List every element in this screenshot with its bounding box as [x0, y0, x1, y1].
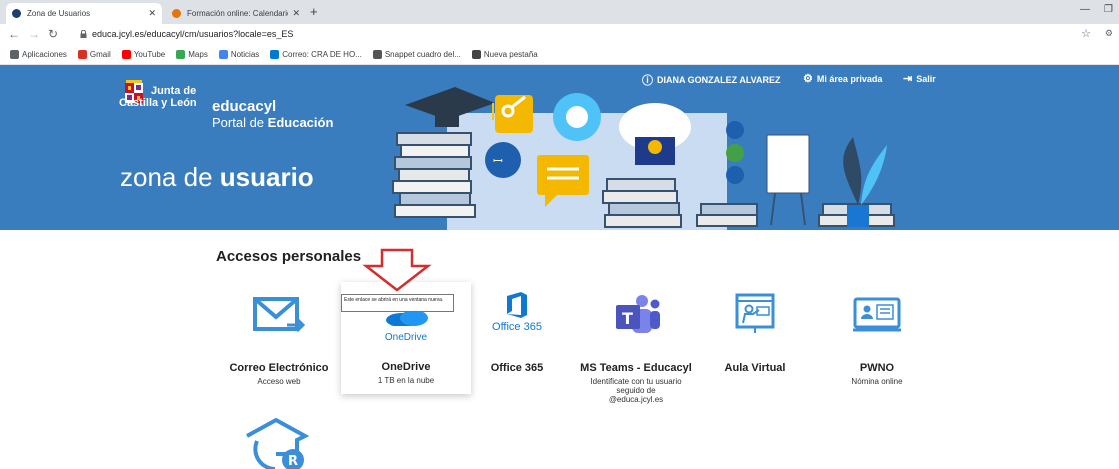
- logout-label: Salir: [916, 73, 936, 84]
- bookmark-label: Nueva pestaña: [483, 50, 538, 59]
- virtual-classroom-icon: [725, 290, 785, 340]
- bookmark-item[interactable]: Noticias: [218, 50, 260, 59]
- bookmark-item[interactable]: YouTube: [121, 50, 166, 59]
- bookmarks-bar: Aplicaciones Gmail YouTube Maps Noticias Corr…: [0, 45, 1119, 65]
- forward-icon[interactable]: →: [28, 27, 40, 41]
- site-favicon-icon: [12, 9, 21, 18]
- bookmark-item[interactable]: Nueva pestaña: [471, 50, 538, 59]
- plant-pot-icon: [847, 205, 869, 227]
- svg-text:T: T: [622, 309, 633, 328]
- card-office-365[interactable]: Office 365 Office 365: [452, 290, 582, 374]
- bookmark-label: Noticias: [230, 50, 260, 59]
- card-sub: Nómina online: [851, 377, 903, 386]
- page-title-prefix: zona de: [120, 162, 213, 192]
- card-sub: Acceso web: [257, 377, 301, 386]
- phone-icon: [726, 166, 744, 184]
- bookmark-label: YouTube: [133, 50, 166, 59]
- maps-pin-icon: [176, 50, 186, 59]
- brand-subtitle: Portal de Educación: [212, 115, 333, 130]
- registration-icon[interactable]: R: [243, 414, 309, 469]
- chat-bubble-icon: [537, 155, 589, 195]
- new-window-tooltip: Este enlace se abrirá en una ventana nue…: [341, 294, 454, 312]
- logo-line-1: Junta de: [151, 85, 197, 97]
- restore-button[interactable]: ❐: [1104, 4, 1113, 15]
- url-input[interactable]: educa.jcyl.es/educacyl/cm/usuarios?local…: [92, 29, 293, 39]
- teams-icon: T: [606, 290, 666, 340]
- card-correo-electronico[interactable]: Correo Electrónico Acceso web: [214, 290, 344, 386]
- extension-icon[interactable]: ⚙: [1105, 28, 1113, 39]
- bookmark-item[interactable]: Aplicaciones: [10, 50, 67, 59]
- card-aula-virtual[interactable]: Aula Virtual: [690, 290, 820, 374]
- header-banner: Junta de Castilla y León educacyl Portal…: [0, 65, 1119, 230]
- tab-title: Zona de Usuarios: [27, 9, 91, 18]
- educacyl-brand[interactable]: educacyl Portal de Educación: [212, 98, 333, 130]
- google-icon: [218, 50, 228, 59]
- bookmark-item[interactable]: Snappet cuadro del...: [372, 50, 461, 59]
- bookmark-item[interactable]: Maps: [176, 50, 208, 59]
- chrome-icon: [471, 50, 481, 59]
- junta-logo-text[interactable]: Junta de Castilla y León: [119, 85, 197, 109]
- brand-sub-bold: Educación: [267, 115, 334, 130]
- svg-text:R: R: [288, 454, 298, 469]
- youtube-icon: [121, 50, 131, 59]
- page-title-bold: usuario: [219, 162, 314, 192]
- bookmark-label: Snappet cuadro del...: [384, 50, 461, 59]
- whiteboard-icon: [766, 134, 810, 194]
- bookmark-item[interactable]: Correo: CRA DE HO...: [270, 50, 362, 59]
- tab-title: Formación online: Calendario: Ve: [187, 9, 288, 18]
- new-tab-button[interactable]: +: [310, 4, 318, 19]
- bookmark-label: Correo: CRA DE HO...: [282, 50, 362, 59]
- back-icon[interactable]: ←: [8, 27, 20, 41]
- education-illustration: ꟷ: [392, 87, 895, 230]
- card-name: Office 365: [490, 362, 544, 374]
- key-icon: [495, 95, 533, 133]
- video-icon: [726, 144, 744, 162]
- card-ms-teams[interactable]: T MS Teams - Educacyl Identificate con t…: [571, 290, 701, 404]
- page-title: zona de usuario: [120, 162, 314, 193]
- minimize-button[interactable]: —: [1080, 4, 1090, 15]
- card-sub: Identificate con tu usuario seguido de @…: [590, 377, 682, 404]
- browser-tab-bar: Zona de Usuarios ✕ Formación online: Cal…: [0, 0, 1119, 24]
- close-tab-icon[interactable]: ✕: [148, 8, 156, 19]
- tab-zona-de-usuarios[interactable]: Zona de Usuarios ✕: [6, 3, 162, 24]
- office365-icon: Office 365: [487, 290, 547, 334]
- office365-logo-text: Office 365: [492, 321, 542, 333]
- card-sub: 1 TB en la nube: [377, 376, 435, 385]
- books-left: [392, 132, 476, 218]
- card-name: Aula Virtual: [724, 362, 786, 374]
- brand-sub-prefix: Portal de: [212, 115, 265, 130]
- outlook-icon: [270, 50, 280, 59]
- logo-line-2: Castilla y León: [119, 97, 197, 109]
- address-bar-row: ← → ↻ educa.jcyl.es/educacyl/cm/usuarios…: [0, 24, 1119, 45]
- card-pwno[interactable]: PWNO Nómina online: [812, 290, 942, 386]
- red-arrow-icon: [362, 248, 432, 292]
- section-title: Accesos personales: [216, 248, 362, 265]
- gmail-icon: [77, 50, 87, 59]
- site-favicon-icon: [172, 9, 181, 18]
- brand-title: educacyl: [212, 98, 277, 115]
- close-tab-icon[interactable]: ✕: [292, 8, 300, 19]
- svg-text:ꟷ: ꟷ: [493, 154, 503, 168]
- bookmark-label: Gmail: [89, 50, 111, 59]
- bookmark-star-icon[interactable]: ☆: [1081, 27, 1091, 40]
- card-name: Correo Electrónico: [229, 362, 329, 374]
- bookmark-item[interactable]: Gmail: [77, 50, 111, 59]
- microphone-icon: [726, 121, 744, 139]
- card-name: MS Teams - Educacyl: [580, 362, 692, 374]
- reload-icon[interactable]: ↻: [48, 27, 58, 41]
- snappet-icon: [372, 50, 382, 59]
- lock-icon: [80, 30, 87, 38]
- bookmark-label: Aplicaciones: [22, 50, 67, 59]
- payroll-icon: [847, 290, 907, 340]
- card-name: PWNO: [859, 362, 895, 374]
- bookmark-label: Maps: [188, 50, 208, 59]
- people-icon: [485, 142, 521, 178]
- mail-forward-icon: [249, 290, 309, 340]
- books-middle: [602, 178, 682, 228]
- tab-formacion-online[interactable]: Formación online: Calendario: Ve ✕: [166, 3, 306, 24]
- apps-grid-icon: [10, 50, 19, 59]
